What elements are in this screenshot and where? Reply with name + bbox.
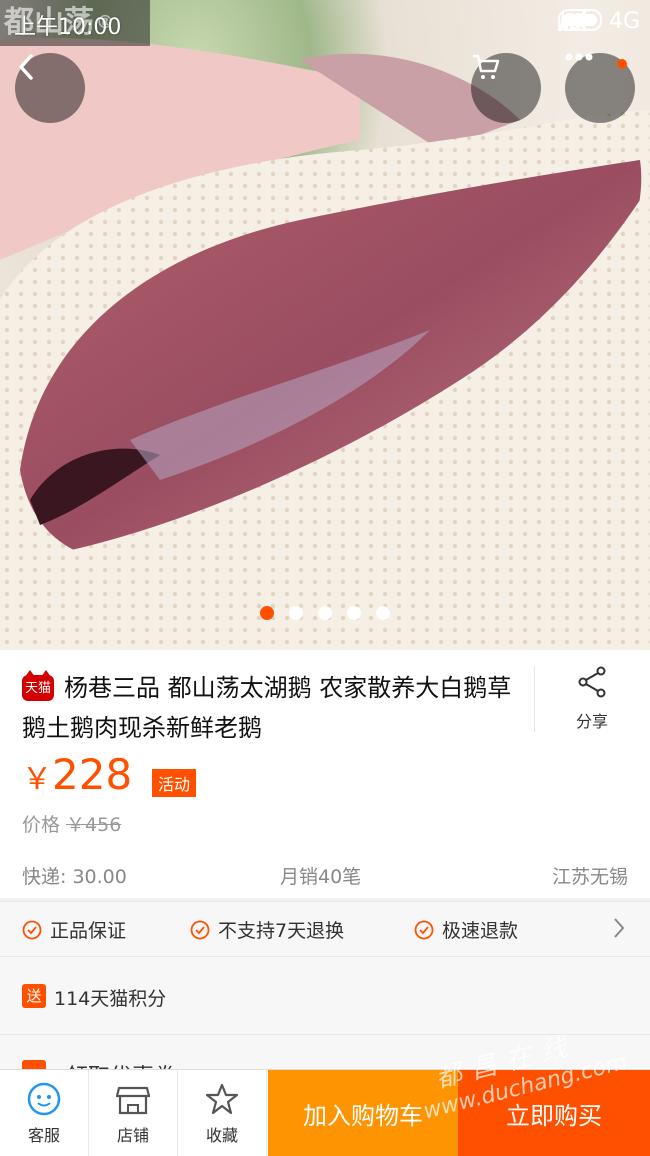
pager-dot[interactable] (347, 606, 361, 620)
guarantee-label: 极速退款 (442, 920, 519, 942)
share-button[interactable]: 分享 (560, 666, 624, 732)
divider (534, 666, 535, 732)
status-time: 上午10:00 (14, 15, 122, 40)
cart-button[interactable] (471, 53, 541, 123)
status-icons: ••• 4G (558, 9, 640, 34)
product-image-carousel[interactable]: 都山荡® 上午10:00 ••• 4G (0, 0, 650, 650)
tmall-points-row: 送 114天猫积分 (0, 957, 650, 1035)
store-icon (116, 1086, 150, 1115)
guarantee-label: 不支持7天退换 (218, 920, 345, 942)
carousel-pager (0, 606, 650, 620)
customer-service-label: 客服 (27, 1126, 60, 1145)
tmall-badge: 天猫 (22, 670, 54, 701)
more-dots-icon (565, 53, 593, 61)
shipping-fee: 快递: 30.00 (22, 866, 127, 888)
product-info: 天猫 杨巷三品 都山荡太湖鹅 农家散养大白鹅草鹅土鹅肉现杀新鲜老鹅 分享 ￥228… (0, 650, 650, 898)
guarantee-item: 极速退款 (414, 916, 518, 943)
pager-dot[interactable] (318, 606, 332, 620)
back-button[interactable] (15, 53, 85, 123)
chevron-right-icon (614, 918, 625, 938)
guarantee-label: 正品保证 (50, 920, 127, 942)
star-icon (205, 1083, 239, 1115)
check-circle-icon (22, 920, 42, 939)
promo-tag: 活动 (152, 769, 197, 797)
product-title: 杨巷三品 都山荡太湖鹅 农家散养大白鹅草鹅土鹅肉现杀新鲜老鹅 (22, 674, 512, 742)
product-photo (0, 38, 650, 650)
pager-dot[interactable] (376, 606, 390, 620)
network-type: 4G (608, 9, 640, 34)
share-label: 分享 (575, 712, 608, 731)
guarantee-item: 正品保证 (22, 916, 126, 943)
original-price: 价格 ￥456 (22, 810, 121, 837)
pager-dot-active[interactable] (260, 606, 274, 620)
ship-location: 江苏无锡 (551, 866, 628, 888)
add-to-cart-button[interactable]: 加入购物车 (268, 1070, 458, 1156)
original-price-value: ￥456 (66, 814, 122, 836)
status-bar: 上午10:00 ••• 4G (0, 0, 650, 46)
price-value: 228 (52, 750, 133, 799)
customer-service-button[interactable]: 客服 (0, 1070, 89, 1156)
favorite-label: 收藏 (205, 1126, 238, 1145)
shopping-cart-icon (473, 54, 500, 79)
chat-bubble-icon (27, 1082, 61, 1116)
currency-symbol: ￥ (22, 762, 52, 797)
shop-label: 店铺 (116, 1126, 149, 1145)
gift-badge: 送 (22, 984, 46, 1008)
current-price: ￥228 (22, 750, 132, 799)
share-icon (578, 666, 606, 698)
monthly-sales: 月销40笔 (280, 866, 362, 888)
battery-icon (558, 9, 603, 31)
original-price-label: 价格 (22, 814, 61, 836)
buy-now-button[interactable]: 立即购买 (458, 1070, 650, 1156)
check-circle-icon (414, 920, 434, 939)
chevron-left-icon (19, 54, 33, 80)
bottom-action-bar: 客服 店铺 收藏 加入购物车 立即购买 (0, 1069, 650, 1156)
check-circle-icon (190, 920, 210, 939)
service-guarantees[interactable]: 正品保证 不支持7天退换 极速退款 (0, 901, 650, 957)
shop-button[interactable]: 店铺 (89, 1070, 178, 1156)
more-menu-button[interactable] (565, 53, 635, 123)
guarantee-item: 不支持7天退换 (190, 916, 344, 943)
notification-dot (617, 59, 627, 69)
favorite-button[interactable]: 收藏 (178, 1070, 267, 1156)
product-title-row: 天猫 杨巷三品 都山荡太湖鹅 农家散养大白鹅草鹅土鹅肉现杀新鲜老鹅 (22, 668, 512, 748)
pager-dot[interactable] (289, 606, 303, 620)
tmall-points-text: 114天猫积分 (54, 988, 167, 1010)
